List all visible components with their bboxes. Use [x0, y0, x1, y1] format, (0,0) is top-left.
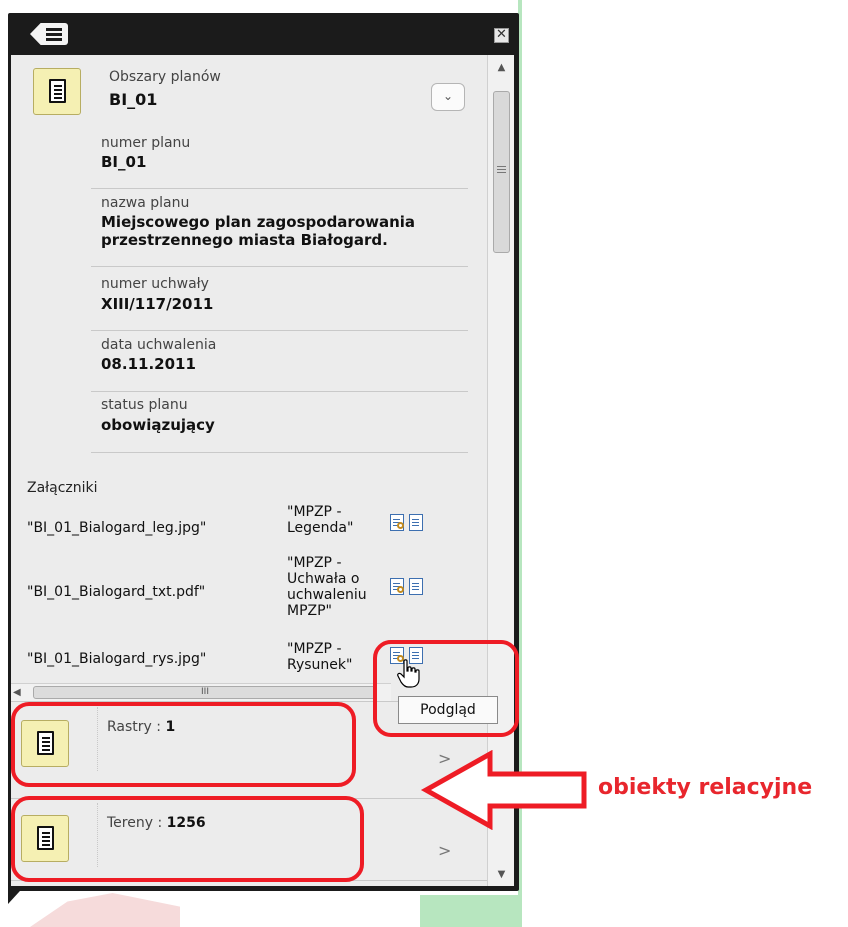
horizontal-scrollbar[interactable]: ◀ III — [11, 683, 391, 701]
divider — [91, 188, 468, 189]
annotation-highlight — [373, 640, 519, 737]
attachment-file: "BI_01_Bialogard_rys.jpg" — [27, 651, 207, 667]
attachment-file: "BI_01_Bialogard_leg.jpg" — [27, 520, 207, 536]
field-value: BI_01 — [101, 153, 147, 171]
options-dropdown-button[interactable]: ⌄ — [431, 83, 465, 111]
divider — [91, 266, 468, 267]
attachment-desc: "MPZP - Uchwała o uchwaleniu MPZP" — [287, 555, 367, 619]
attachments-heading: Załączniki — [27, 480, 98, 496]
field-value: 08.11.2011 — [101, 355, 196, 373]
download-icon[interactable] — [409, 514, 423, 531]
panel-header: ✕ — [8, 13, 519, 55]
scroll-down-icon[interactable]: ▼ — [488, 864, 515, 886]
scroll-left-icon[interactable]: ◀ — [13, 684, 21, 702]
annotation-label: obiekty relacyjne — [598, 775, 813, 800]
scroll-thumb[interactable]: III — [33, 686, 377, 699]
close-button[interactable]: ✕ — [494, 28, 509, 43]
attachment-file: "BI_01_Bialogard_txt.pdf" — [27, 584, 206, 600]
field-label: data uchwalenia — [101, 337, 217, 353]
attachment-desc: "MPZP - Legenda" — [287, 504, 354, 536]
scroll-thumb[interactable] — [493, 91, 510, 253]
annotation-highlight — [11, 796, 364, 882]
map-background — [420, 895, 522, 927]
arrow-left-icon — [420, 750, 587, 830]
field-label: nazwa planu — [101, 195, 190, 211]
divider — [91, 452, 468, 453]
divider — [91, 391, 468, 392]
field-value: Miejscowego plan zagospodarowania przest… — [101, 213, 416, 249]
attachment-desc: "MPZP - Rysunek" — [287, 641, 353, 673]
scroll-up-icon[interactable]: ▲ — [488, 57, 515, 79]
field-label: numer uchwały — [101, 276, 209, 292]
divider — [91, 330, 468, 331]
chevron-right-icon[interactable]: > — [438, 841, 451, 860]
object-id: BI_01 — [109, 90, 158, 109]
field-label: status planu — [101, 397, 188, 413]
field-value: obowiązujący — [101, 416, 215, 434]
map-background — [30, 893, 180, 927]
list-toggle-button[interactable] — [30, 23, 68, 45]
document-icon — [33, 68, 81, 115]
field-value: XIII/117/2011 — [101, 295, 214, 313]
layer-title: Obszary planów — [109, 69, 221, 85]
download-icon[interactable] — [409, 578, 423, 595]
annotation-highlight — [11, 702, 356, 787]
field-label: numer planu — [101, 135, 191, 151]
